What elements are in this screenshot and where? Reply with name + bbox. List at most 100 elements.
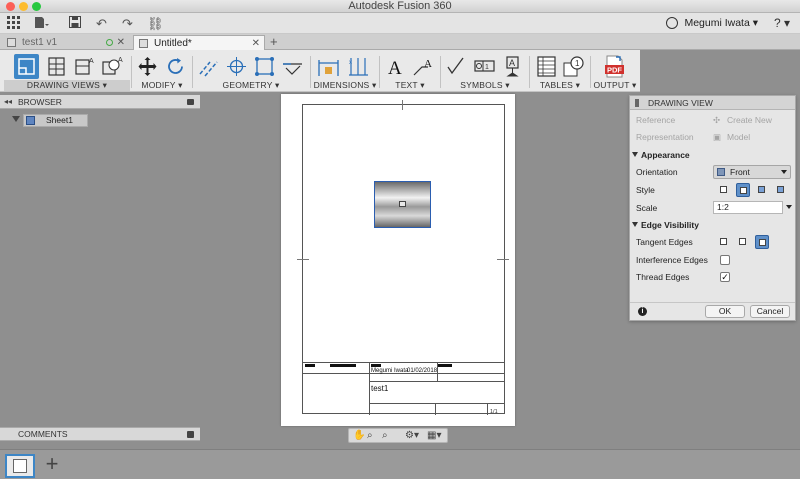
modify-menu[interactable]: MODIFY ▾ xyxy=(133,80,191,91)
dimensions-menu[interactable]: DIMENSIONS ▾ xyxy=(312,80,378,91)
style-shaded-button[interactable] xyxy=(755,183,769,197)
rotate-button[interactable] xyxy=(163,54,188,79)
undo-icon[interactable]: ↶ xyxy=(94,16,109,31)
display-settings-icon[interactable]: ⚙▾ xyxy=(405,430,419,442)
close-tab-icon[interactable]: ✕ xyxy=(117,35,125,50)
dialog-header[interactable]: DRAWING VIEW xyxy=(630,96,795,110)
section-collapse-icon xyxy=(632,222,638,227)
help-menu[interactable]: ? ▾ xyxy=(774,16,790,31)
centerline-button[interactable] xyxy=(196,54,221,79)
zoom-icon[interactable]: ⌕ xyxy=(367,430,373,442)
orientation-label: Orientation xyxy=(636,167,678,177)
balloon-icon: 1 xyxy=(563,56,584,77)
dimension-button[interactable] xyxy=(316,54,341,79)
new-tab-button[interactable]: + xyxy=(270,35,278,49)
redo-icon[interactable]: ↷ xyxy=(120,16,135,31)
output-pdf-button[interactable]: PDF xyxy=(602,54,627,79)
dialog-grip-icon[interactable] xyxy=(635,99,639,107)
center-tick-top xyxy=(402,100,403,110)
move-button[interactable] xyxy=(135,54,160,79)
tab-untitled[interactable]: Untitled* ✕ xyxy=(133,35,265,50)
centerline-icon xyxy=(199,61,218,77)
link-icon[interactable]: ⛓ xyxy=(147,16,164,31)
document-tab-bar: test1 v1 ✕ Untitled* ✕ + xyxy=(0,34,800,50)
appearance-section[interactable]: Appearance xyxy=(632,148,690,162)
front-drawing-view[interactable] xyxy=(374,181,431,228)
symbols-menu[interactable]: SYMBOLS ▾ xyxy=(442,80,528,91)
window-title: Autodesk Fusion 360 xyxy=(348,0,452,12)
expand-triangle-icon[interactable] xyxy=(12,116,20,122)
zoom-window-icon[interactable]: ⌕ xyxy=(382,430,388,442)
tangent-off-button[interactable] xyxy=(717,235,731,249)
feature-control-frame-icon: 1 xyxy=(474,60,495,72)
text-menu[interactable]: TEXT ▾ xyxy=(381,80,439,91)
wire-cube-icon xyxy=(720,186,727,193)
user-account-menu[interactable]: Megumi Iwata ▾ xyxy=(684,16,758,31)
close-window-button[interactable] xyxy=(6,2,15,11)
ordinate-dimension-button[interactable]: x xyxy=(346,54,371,79)
close-tab-icon[interactable]: ✕ xyxy=(252,36,260,51)
base-view-icon xyxy=(18,58,35,75)
style-visible-edges-button[interactable] xyxy=(717,183,731,197)
geometry-menu[interactable]: GEOMETRY ▾ xyxy=(194,80,308,91)
minimize-window-button[interactable] xyxy=(19,2,28,11)
scale-input[interactable]: 1:2 xyxy=(713,201,783,214)
sheet-thumbnail[interactable] xyxy=(5,454,35,478)
tangent-on-button[interactable] xyxy=(736,235,750,249)
surface-texture-button[interactable] xyxy=(444,54,469,79)
info-icon[interactable]: i xyxy=(638,307,647,316)
tab-label: test1 v1 xyxy=(22,37,58,48)
panel-pin-icon[interactable] xyxy=(187,99,194,105)
detail-view-button[interactable]: A xyxy=(100,54,125,79)
add-comment-icon[interactable] xyxy=(187,431,194,438)
center-mark-pattern-button[interactable] xyxy=(252,54,277,79)
svg-text:A: A xyxy=(509,58,515,68)
table-button[interactable] xyxy=(534,54,559,79)
add-sheet-button[interactable]: + xyxy=(42,452,62,476)
grid-settings-icon[interactable]: ▦▾ xyxy=(427,430,441,442)
svg-text:A: A xyxy=(89,58,94,65)
style-shaded-hidden-button[interactable] xyxy=(774,183,788,197)
ok-button[interactable]: OK xyxy=(705,305,745,318)
balloon-button[interactable]: 1 xyxy=(562,54,587,79)
orientation-select[interactable]: Front xyxy=(713,165,791,179)
zoom-window-button[interactable] xyxy=(32,2,41,11)
leader-text-button[interactable]: A xyxy=(411,54,436,79)
section-view-button[interactable]: A xyxy=(72,54,97,79)
edge-visibility-section[interactable]: Edge Visibility xyxy=(632,218,699,232)
save-icon[interactable] xyxy=(67,16,82,31)
leader-text-icon: A xyxy=(413,58,432,76)
interference-edges-checkbox[interactable] xyxy=(720,255,730,265)
app-grid-icon[interactable] xyxy=(6,16,21,31)
job-status-clock-icon[interactable] xyxy=(666,17,678,29)
output-menu[interactable]: OUTPUT ▾ xyxy=(592,80,638,91)
text-button[interactable]: A xyxy=(383,54,408,79)
dialog-title: DRAWING VIEW xyxy=(648,98,713,108)
datum-identifier-button[interactable]: A xyxy=(500,54,525,79)
thread-edges-checkbox[interactable]: ✓ xyxy=(720,272,730,282)
collapse-arrows-icon[interactable]: ◂◂ xyxy=(4,95,12,109)
drawing-sheet[interactable]: Megumi Iwata 01/02/2018 test1 1/1 xyxy=(281,94,515,426)
style-visible-hidden-edges-button[interactable] xyxy=(736,183,750,197)
center-tick-right xyxy=(497,259,509,260)
tangent-shortened-button[interactable] xyxy=(755,235,769,249)
projected-view-button[interactable] xyxy=(44,54,69,79)
comments-panel-header[interactable]: COMMENTS xyxy=(0,427,200,441)
pan-hand-icon[interactable]: ✋ xyxy=(353,430,365,442)
symbols-group: 1 A SYMBOLS ▾ xyxy=(442,50,528,92)
representation-row: Representation Model ▣ xyxy=(636,129,791,145)
author-name: Megumi Iwata xyxy=(371,368,409,374)
scale-dropdown-icon[interactable] xyxy=(786,205,792,209)
tab-test1[interactable]: test1 v1 ✕ xyxy=(2,35,129,50)
drawing-view-dialog: DRAWING VIEW Reference Create New ✣ Repr… xyxy=(629,95,796,321)
reference-create-new[interactable]: Create New xyxy=(713,112,772,128)
browser-panel-header[interactable]: ◂◂ BROWSER xyxy=(0,95,200,109)
file-menu-icon[interactable] xyxy=(34,16,49,31)
feature-control-frame-button[interactable]: 1 xyxy=(472,54,497,79)
cancel-button[interactable]: Cancel xyxy=(750,305,790,318)
edge-extension-button[interactable] xyxy=(280,54,305,79)
center-mark-button[interactable] xyxy=(224,54,249,79)
tables-menu[interactable]: TABLES ▾ xyxy=(531,80,589,91)
base-view-button[interactable] xyxy=(14,54,39,79)
drawing-views-menu[interactable]: DRAWING VIEWS ▾ xyxy=(4,80,130,91)
